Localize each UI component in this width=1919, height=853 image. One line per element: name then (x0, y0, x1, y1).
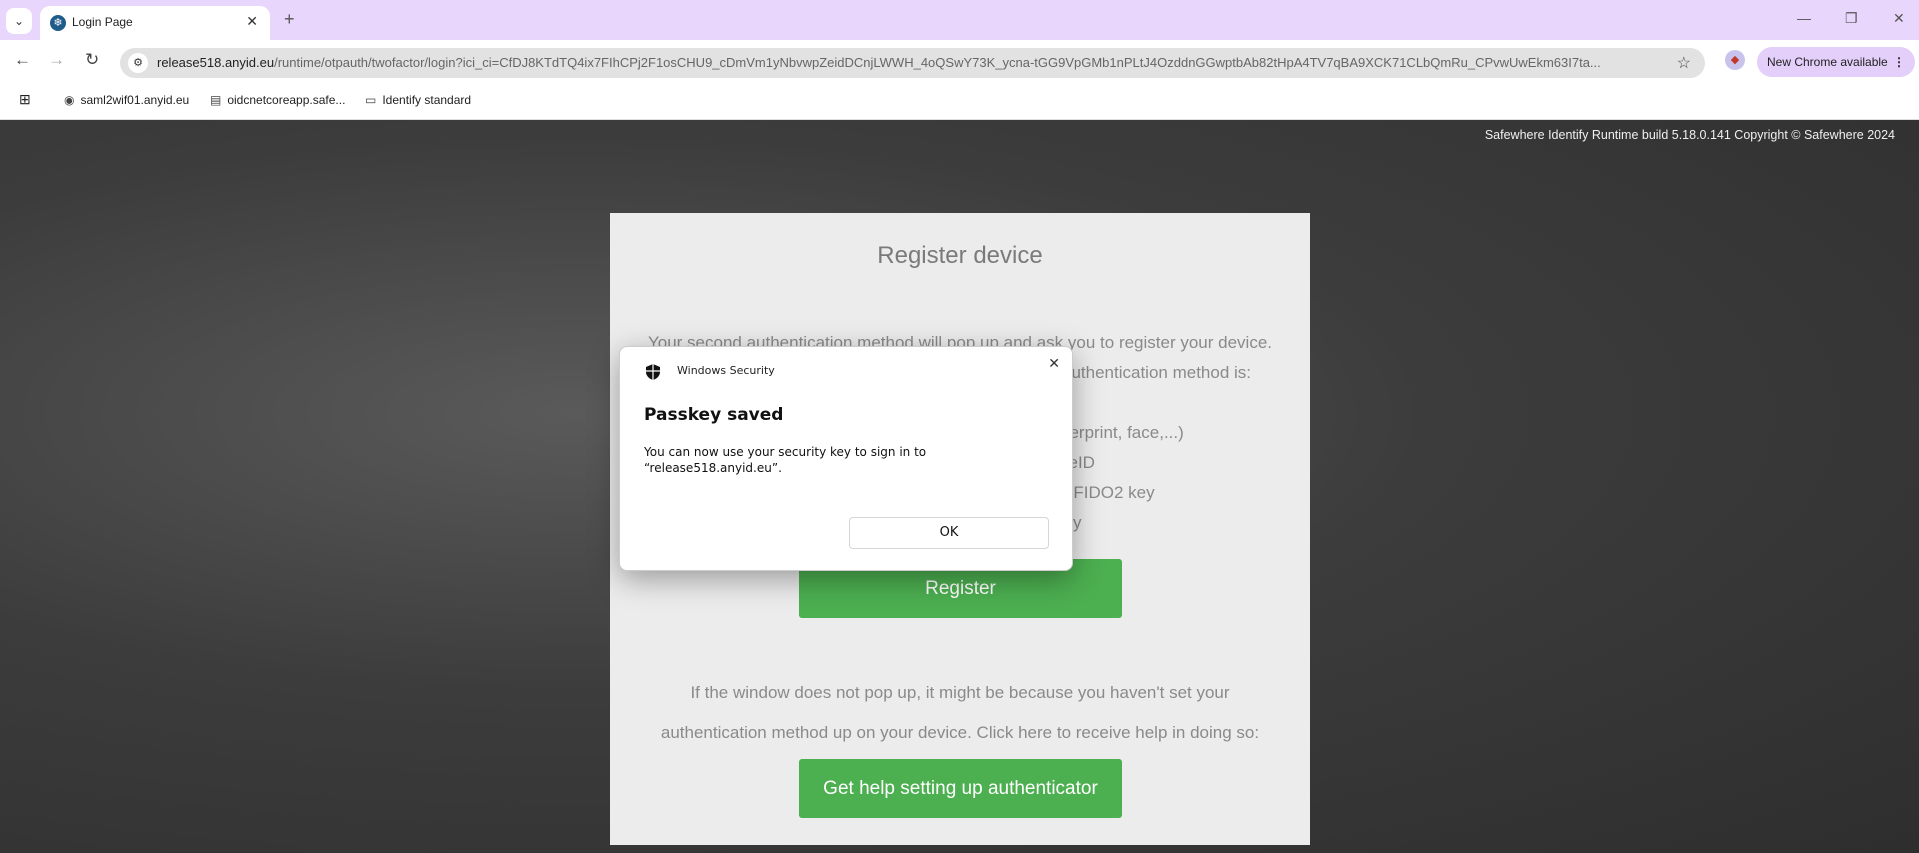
list-item: r FIDO2 key (1063, 483, 1155, 502)
reload-icon[interactable]: ↻ (85, 50, 99, 70)
copyright-text: Safewhere Identify Runtime build 5.18.0.… (1484, 128, 1895, 142)
page-icon: ▤ (210, 93, 222, 107)
windows-security-dialog: Windows Security ✕ Passkey saved You can… (619, 346, 1073, 571)
tab-search-button[interactable]: ⌄ (6, 8, 32, 34)
shield-icon (646, 364, 660, 380)
close-window-button[interactable]: ✕ (1893, 10, 1905, 27)
minimize-button[interactable]: — (1797, 10, 1811, 26)
back-icon[interactable]: ← (14, 50, 31, 70)
tab-title: Login Page (72, 15, 133, 29)
dialog-body-line-1: You can now use your security key to sig… (644, 445, 927, 459)
page-title: Register device (877, 242, 1043, 269)
new-tab-button[interactable]: + (284, 9, 295, 30)
tab-bar: ⌄ ❄ Login Page ✕ + — ❐ ✕ (0, 0, 1919, 40)
folder-icon: ▭ (365, 93, 377, 107)
url-text[interactable]: release518.anyid.eu/runtime/otpauth/twof… (157, 55, 1657, 70)
globe-icon: ◉ (64, 93, 75, 107)
menu-kebab-icon[interactable]: ⋮ (1893, 47, 1905, 77)
site-info-icon[interactable]: ⚙ (128, 53, 148, 73)
address-bar[interactable]: ⚙ release518.anyid.eu/runtime/otpauth/tw… (120, 48, 1705, 78)
list-item: gerprint, face,...) (1060, 423, 1184, 442)
update-chrome-button[interactable]: New Chrome available ⋮ (1757, 47, 1915, 77)
toolbar: ← → ↻ ⚙ release518.anyid.eu/runtime/otpa… (0, 40, 1919, 82)
list-item: y (1073, 513, 1082, 532)
ok-button[interactable]: OK (849, 517, 1049, 549)
get-help-button[interactable]: Get help setting up authenticator (799, 759, 1122, 818)
favicon-icon: ❄ (50, 15, 66, 31)
tab-close-icon[interactable]: ✕ (246, 13, 258, 30)
url-path: /runtime/otpauth/twofactor/login?ici_ci=… (274, 55, 1601, 70)
help-line-2: authentication method up on your device.… (660, 723, 1260, 742)
bookmarks-bar: ⊞ ◉ saml2wif01.anyid.eu ▤ oidcnetcoreapp.s… (0, 82, 1919, 120)
forward-icon[interactable]: → (48, 50, 65, 70)
intro-line-2: authentication method is: (1062, 363, 1252, 382)
url-host: release518.anyid.eu (157, 55, 275, 70)
dialog-close-icon[interactable]: ✕ (1048, 355, 1060, 372)
bookmark-item[interactable]: ◉ saml2wif01.anyid.eu (64, 93, 189, 107)
bookmark-label: saml2wif01.anyid.eu (80, 93, 190, 107)
help-line-1: If the window does not pop up, it might … (690, 683, 1230, 702)
apps-grid-icon[interactable]: ⊞ (19, 91, 31, 108)
restore-button[interactable]: ❐ (1845, 10, 1858, 27)
bookmark-star-icon[interactable]: ☆ (1677, 53, 1691, 73)
extension-icon[interactable]: ◆ (1725, 50, 1745, 70)
bookmark-item[interactable]: ▤ oidcnetcoreapp.safe... (210, 93, 345, 107)
bookmark-item[interactable]: ▭ Identify standard (365, 93, 471, 107)
dialog-body-line-2: “release518.anyid.eu”. (644, 461, 782, 475)
tab-login-page[interactable]: ❄ Login Page ✕ (40, 6, 270, 40)
dialog-app-name: Windows Security (677, 364, 775, 377)
update-label: New Chrome available (1767, 55, 1888, 69)
bookmark-label: Identify standard (382, 93, 472, 107)
dialog-title: Passkey saved (644, 405, 784, 425)
bookmark-label: oidcnetcoreapp.safe... (227, 93, 346, 107)
